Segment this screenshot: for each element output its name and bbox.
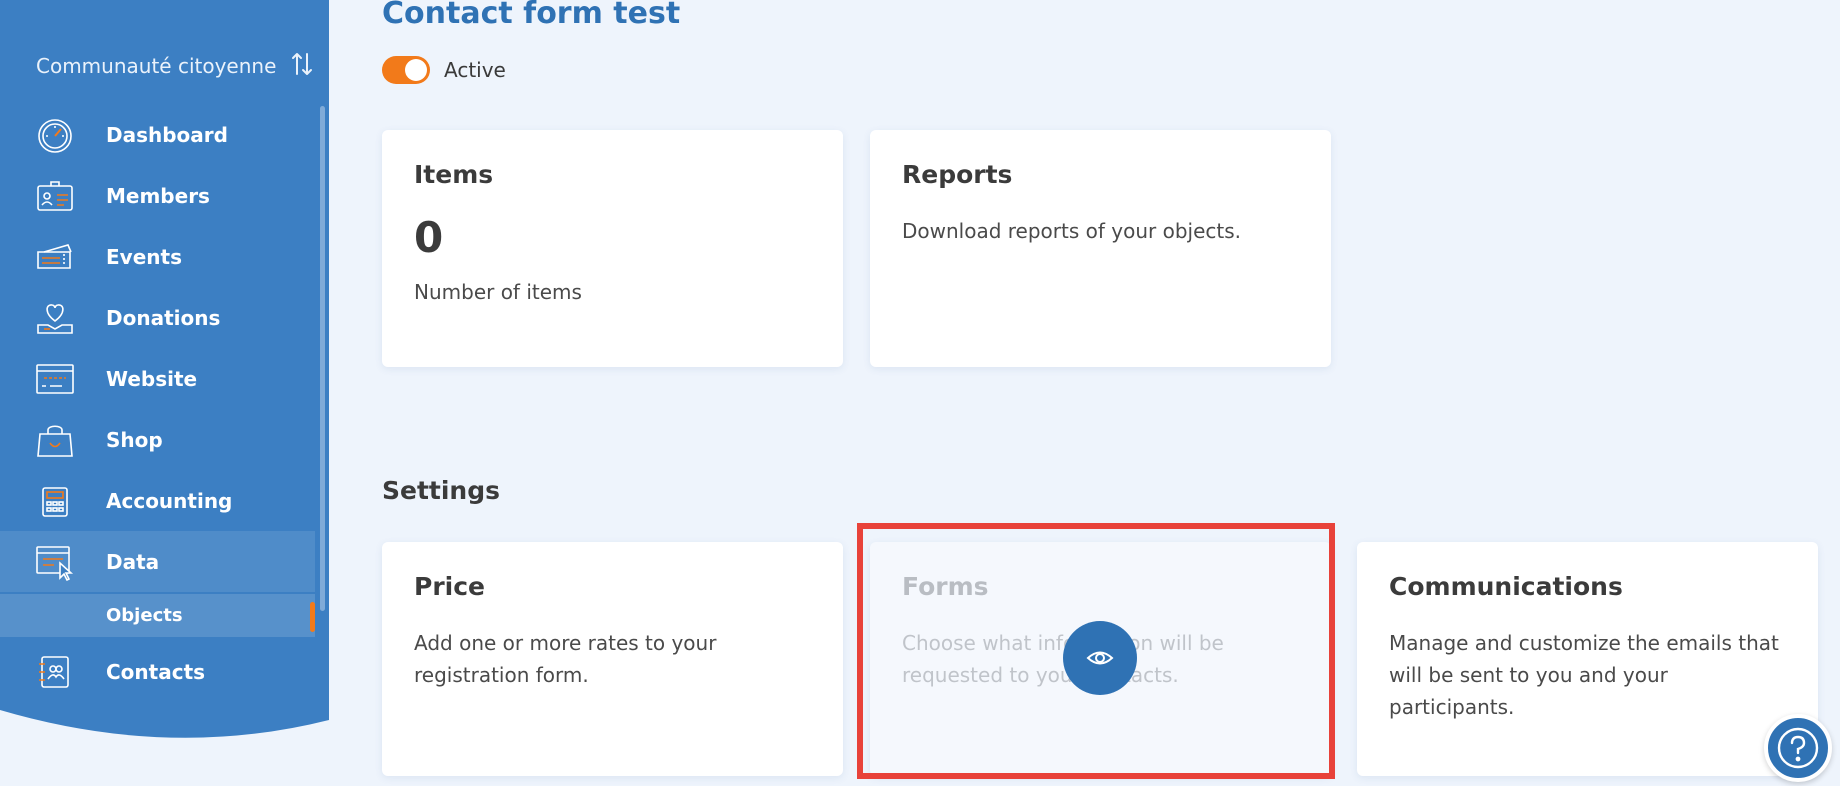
help-button[interactable]: [1764, 714, 1832, 782]
reports-card[interactable]: Reports Download reports of your objects…: [870, 130, 1331, 367]
settings-section-title: Settings: [382, 476, 501, 505]
price-card[interactable]: Price Add one or more rates to your regi…: [382, 542, 843, 776]
sidebar-item-label: Data: [106, 549, 160, 574]
sidebar-scrollbar[interactable]: [320, 106, 325, 611]
data-cursor-icon: [34, 543, 76, 582]
sidebar-item-contacts[interactable]: Contacts: [0, 641, 315, 702]
sidebar-item-label: Events: [106, 244, 182, 269]
sidebar-subitem-label: Objects: [106, 605, 183, 626]
tickets-icon: [34, 238, 76, 276]
active-indicator: [310, 602, 315, 632]
page-title: Contact form test: [382, 0, 681, 31]
items-count: 0: [414, 213, 444, 262]
card-caption: Number of items: [414, 280, 582, 304]
sidebar-item-members[interactable]: Members: [0, 165, 315, 226]
card-title: Reports: [902, 160, 1013, 189]
question-mark-icon: [1777, 727, 1819, 769]
shopping-bag-icon: [34, 421, 76, 459]
card-title: Communications: [1389, 572, 1623, 601]
address-book-icon: [34, 653, 76, 691]
organization-name: Communauté citoyenne: [36, 54, 277, 78]
id-card-icon: [34, 177, 76, 215]
items-card[interactable]: Items 0 Number of items: [382, 130, 843, 367]
sidebar-item-label: Members: [106, 183, 210, 208]
toggle-knob: [405, 59, 427, 81]
sidebar-item-dashboard[interactable]: Dashboard: [0, 104, 315, 165]
sidebar-item-label: Dashboard: [106, 122, 228, 147]
switch-arrows-icon: [290, 50, 314, 83]
sidebar-item-label: Donations: [106, 305, 221, 330]
active-toggle[interactable]: [382, 56, 430, 84]
card-title: Price: [414, 572, 485, 601]
sidebar-item-label: Accounting: [106, 488, 233, 513]
browser-window-icon: [34, 360, 76, 398]
sidebar: Communauté citoyenne Dashboard Members E…: [0, 0, 329, 786]
card-description: Download reports of your objects.: [902, 219, 1242, 243]
heart-hand-icon: [34, 299, 76, 337]
preview-button[interactable]: [1063, 621, 1137, 695]
eye-icon: [1086, 651, 1114, 665]
communications-card[interactable]: Communications Manage and customize the …: [1357, 542, 1818, 776]
sidebar-item-shop[interactable]: Shop: [0, 409, 315, 470]
card-description: Add one or more rates to your registrati…: [414, 631, 717, 687]
card-description: Manage and customize the emails that wil…: [1389, 631, 1779, 719]
sidebar-item-donations[interactable]: Donations: [0, 287, 315, 348]
card-title: Items: [414, 160, 494, 189]
speedometer-icon: [34, 116, 76, 154]
sidebar-nav: Dashboard Members Events Donations Websi…: [0, 104, 315, 702]
sidebar-item-events[interactable]: Events: [0, 226, 315, 287]
sidebar-item-label: Contacts: [106, 659, 206, 684]
organization-switcher[interactable]: Communauté citoyenne: [36, 48, 314, 84]
sidebar-item-website[interactable]: Website: [0, 348, 315, 409]
calculator-icon: [34, 482, 76, 520]
sidebar-item-label: Website: [106, 366, 198, 391]
toggle-label: Active: [444, 58, 506, 82]
sidebar-subitem-objects[interactable]: Objects: [0, 594, 315, 637]
active-toggle-row: Active: [382, 56, 506, 84]
sidebar-item-data[interactable]: Data: [0, 531, 315, 592]
sidebar-item-label: Shop: [106, 427, 163, 452]
sidebar-item-accounting[interactable]: Accounting: [0, 470, 315, 531]
card-title: Forms: [902, 572, 989, 601]
